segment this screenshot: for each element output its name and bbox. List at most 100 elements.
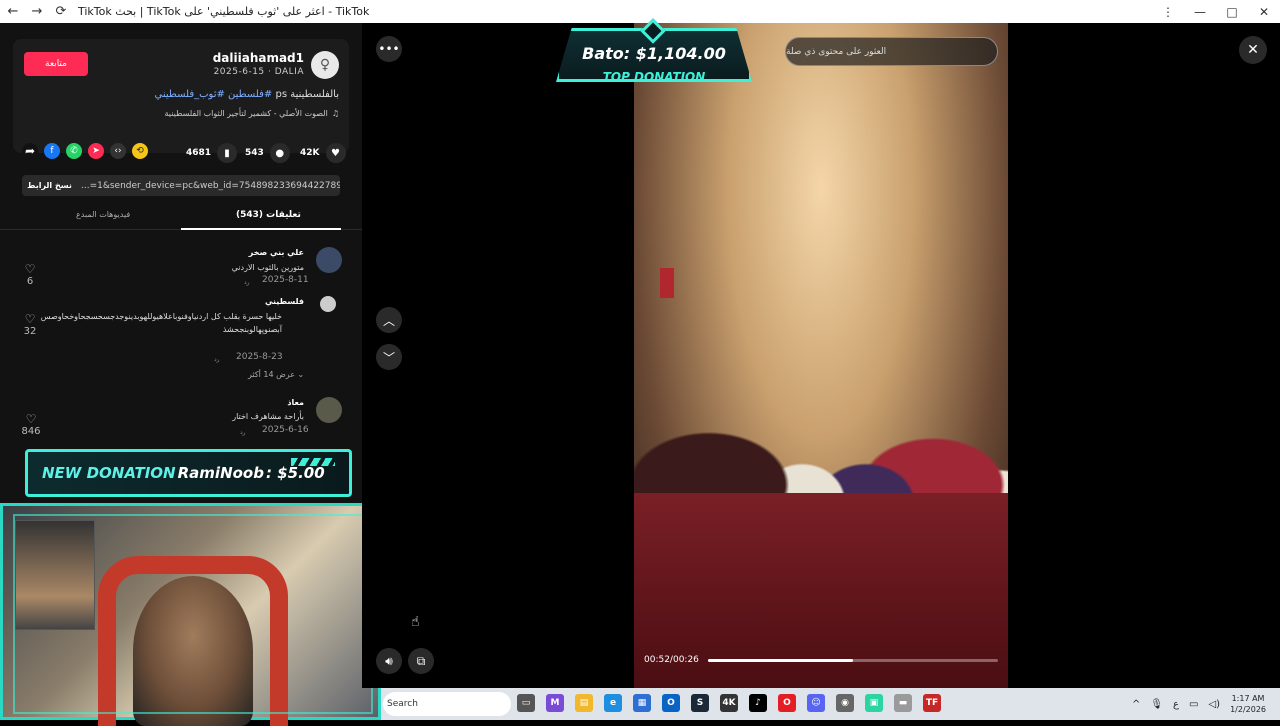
volume-icon[interactable]: 🔊︎ <box>376 648 402 674</box>
mouse-cursor-icon: ☝ <box>411 614 420 630</box>
copy-link-button[interactable]: نسخ الرابط <box>22 181 77 190</box>
commenter-name[interactable]: فلسطيني <box>265 297 304 306</box>
back-arrow-icon[interactable]: ← <box>4 3 22 21</box>
view-more-label: عرض 14 أكثر <box>248 370 295 379</box>
donor-name: RamiNoob <box>177 464 264 482</box>
video-player[interactable] <box>634 23 1008 688</box>
forward-arrow-icon[interactable]: → <box>28 3 46 21</box>
viewer-backdrop: ••• ︿ ﹀ 🔊︎ ⧉ <box>362 23 634 688</box>
caption-text: بالفلسطينية ps <box>272 89 339 100</box>
minimize-icon[interactable]: — <box>1184 0 1216 23</box>
comment-item: معاذ بأراحة مشاهرف اختار 2025-6-16 رد ♡ … <box>0 395 362 445</box>
tf-app-icon[interactable]: TF <box>923 694 941 712</box>
close-window-icon[interactable]: ✕ <box>1248 0 1280 23</box>
whatsapp-icon[interactable]: ✆ <box>66 143 82 159</box>
comment-text: خليها حسرة بقلب كل اردنياوفنوباعلاهيولله… <box>40 312 282 334</box>
creator-username[interactable]: daliiahamad1 <box>213 51 304 65</box>
repost-icon[interactable]: ⟲ <box>132 143 148 159</box>
file-explorer-icon[interactable]: ▤ <box>575 694 593 712</box>
chevron-up-icon[interactable]: ^ <box>1132 699 1140 710</box>
post-date: 2025-6-15 · DALIA <box>213 67 304 77</box>
creator-avatar[interactable]: ♀ <box>311 51 339 79</box>
microsoft-store-icon[interactable]: ▦ <box>633 694 651 712</box>
streamlabs-icon[interactable]: ▣ <box>865 694 883 712</box>
app-icon[interactable]: ▬ <box>894 694 912 712</box>
commenter-avatar[interactable] <box>320 296 336 312</box>
close-icon[interactable]: ✕ <box>1239 36 1267 64</box>
comment-icon[interactable]: ● <box>269 143 290 163</box>
chevron-up-icon[interactable]: ︿ <box>376 307 402 333</box>
windows-taskbar: Search ▭ M ▤ e ▦ O S 4K ♪ O ☺ ◉ ▣ ▬ TF ^… <box>381 688 1280 720</box>
4k-app-icon[interactable]: 4K <box>720 694 738 712</box>
share-icons: ➦ f ✆ ➤ ‹› ⟲ <box>22 143 148 159</box>
new-donation-label: NEW DONATION <box>42 464 176 482</box>
commenter-name[interactable]: علي بني صخر <box>249 248 304 257</box>
video-progress-bar[interactable] <box>708 659 998 662</box>
hud-frame <box>13 514 373 714</box>
sound-title: الصوت الأصلي - كشمير لتأجير الثواب الفلس… <box>164 109 328 118</box>
saves-stat[interactable]: 4681 ▮ <box>186 143 238 163</box>
microphone-icon[interactable]: 🎙︎ <box>1150 699 1163 710</box>
view-more-replies[interactable]: ⌄ عرض 14 أكثر <box>248 370 304 379</box>
comment-like[interactable]: ♡ 32 <box>18 312 42 337</box>
taskbar-search[interactable]: Search <box>383 692 511 716</box>
share-arrow-icon[interactable]: ➦ <box>22 143 38 159</box>
embed-icon[interactable]: ‹› <box>110 143 126 159</box>
language-indicator[interactable]: ع <box>1173 699 1179 710</box>
discord-icon[interactable]: ☺ <box>807 694 825 712</box>
network-icon[interactable]: ▭ <box>1189 699 1198 710</box>
commenter-avatar[interactable] <box>316 397 342 423</box>
reply-link[interactable]: رد <box>214 356 220 363</box>
actions-row: ➦ f ✆ ➤ ‹› ⟲ 4681 ▮ 543 ● 42K ♥ <box>0 143 362 163</box>
heart-outline-icon[interactable]: ♡ <box>18 312 42 326</box>
comment-like[interactable]: ♡ 846 <box>14 412 48 437</box>
top-donation-banner: Bato: $1,104.00 TOP DONATION <box>508 18 800 88</box>
post-url: ...=1&sender_device=pc&web_id=7548982336… <box>81 180 340 191</box>
task-view-icon[interactable]: ▭ <box>517 694 535 712</box>
tiktok-icon[interactable]: ♪ <box>749 694 767 712</box>
chevron-down-icon[interactable]: ﹀ <box>376 344 402 370</box>
more-options-icon[interactable]: ••• <box>376 36 402 62</box>
commenter-name[interactable]: معاذ <box>287 398 304 407</box>
reply-link[interactable]: رد <box>240 429 246 436</box>
store-icon[interactable]: M <box>546 694 564 712</box>
clock-date: 1/2/2026 <box>1230 705 1266 714</box>
edge-icon[interactable]: e <box>604 694 622 712</box>
heart-icon[interactable]: ♥ <box>325 143 346 163</box>
tab-creator-videos[interactable]: فيديوهات المبدع <box>76 210 130 219</box>
heart-outline-icon[interactable]: ♡ <box>14 412 48 426</box>
menu-icon[interactable]: ⋮ <box>1152 0 1184 23</box>
window-controls: ⋮ — □ ✕ <box>1152 0 1280 23</box>
commenter-avatar[interactable] <box>316 247 342 273</box>
post-info-card: متابعة ♀ daliiahamad1 2025-6-15 · DALIA … <box>13 39 349 153</box>
post-caption: بالفلسطينية ps #فلسطين #ثوب_فلسطيني <box>155 89 339 100</box>
opera-icon[interactable]: O <box>778 694 796 712</box>
maximize-icon[interactable]: □ <box>1216 0 1248 23</box>
follow-button[interactable]: متابعة <box>24 52 88 76</box>
caption-hashtags[interactable]: #فلسطين #ثوب_فلسطيني <box>155 89 273 100</box>
steam-icon[interactable]: S <box>691 694 709 712</box>
likes-stat[interactable]: 42K ♥ <box>300 143 346 163</box>
pinned-apps: ▭ M ▤ e ▦ O S 4K ♪ O ☺ ◉ ▣ ▬ TF <box>517 694 941 712</box>
comment-date: 2025-6-16 <box>262 425 309 435</box>
new-donation-alert: NEW DONATION RamiNoob : $5.00 <box>25 449 352 497</box>
comment-tabs: فيديوهات المبدع تعليقات (543) <box>0 207 362 230</box>
picture-in-picture-icon[interactable]: ⧉ <box>408 648 434 674</box>
sound-info[interactable]: ♫ الصوت الأصلي - كشمير لتأجير الثواب الف… <box>165 109 339 118</box>
comment-like[interactable]: ♡ 6 <box>18 262 42 287</box>
related-content-search[interactable]: العثور على محتوى ذي صلة <box>785 37 998 66</box>
tab-comments[interactable]: تعليقات (543) <box>236 210 301 220</box>
obs-icon[interactable]: ◉ <box>836 694 854 712</box>
heart-outline-icon[interactable]: ♡ <box>18 262 42 276</box>
outlook-icon[interactable]: O <box>662 694 680 712</box>
send-icon[interactable]: ➤ <box>88 143 104 159</box>
bookmark-icon[interactable]: ▮ <box>217 143 238 163</box>
comment-text: متورين بالثوب الاردني <box>231 263 304 272</box>
reply-link[interactable]: رد <box>244 279 250 286</box>
likes-count: 42K <box>300 148 320 158</box>
facebook-icon[interactable]: f <box>44 143 60 159</box>
comments-stat[interactable]: 543 ● <box>245 143 290 163</box>
volume-icon[interactable]: ◁) <box>1208 699 1220 710</box>
clock[interactable]: 1:17 AM 1/2/2026 <box>1230 693 1266 715</box>
reload-icon[interactable]: ⟳ <box>52 3 70 21</box>
